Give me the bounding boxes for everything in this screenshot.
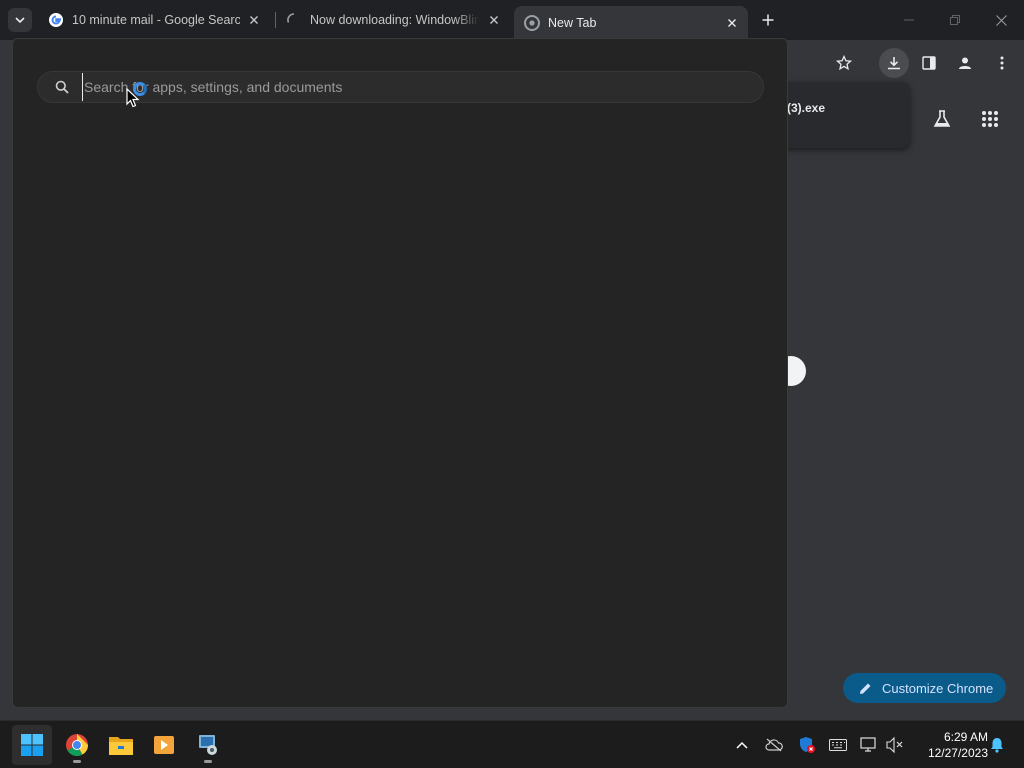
labs-flask-icon[interactable] xyxy=(926,103,958,135)
close-icon[interactable] xyxy=(724,15,740,31)
show-hidden-icons-button[interactable] xyxy=(732,735,752,755)
keyboard-icon xyxy=(829,739,847,751)
media-player-icon xyxy=(154,736,174,754)
chevron-up-icon xyxy=(736,741,748,749)
more-vert-icon xyxy=(1000,56,1004,70)
network-tool-icon xyxy=(199,735,217,755)
download-filename: (3).exe xyxy=(787,101,826,115)
volume-muted-icon xyxy=(886,737,903,753)
taskbar-clock[interactable]: 6:29 AM 12/27/2023 xyxy=(912,729,988,761)
side-panel-icon xyxy=(922,56,936,70)
volume-tray[interactable] xyxy=(885,735,905,755)
cloud-offline-icon xyxy=(765,738,783,752)
bookmark-button[interactable] xyxy=(829,48,859,78)
close-window-button[interactable] xyxy=(978,0,1024,40)
keyboard-tray[interactable] xyxy=(828,735,848,755)
downloads-button[interactable] xyxy=(879,48,909,78)
defender-tray[interactable] xyxy=(797,735,817,755)
chrome-icon xyxy=(66,734,88,756)
customize-chrome-button[interactable]: Customize Chrome xyxy=(843,673,1006,703)
windows-start-icon xyxy=(21,734,43,756)
google-apps-icon[interactable] xyxy=(974,103,1006,135)
onedrive-tray[interactable] xyxy=(764,735,784,755)
taskbar-file-explorer[interactable] xyxy=(101,725,141,765)
loading-spinner-icon xyxy=(286,12,302,28)
tab-title: 10 minute mail - Google Search xyxy=(72,13,240,27)
network-icon xyxy=(860,737,876,752)
taskbar-chrome[interactable] xyxy=(57,725,97,765)
start-search-panel xyxy=(12,38,788,708)
tab-title: New Tab xyxy=(548,16,597,30)
tab-new-tab[interactable]: New Tab xyxy=(514,6,748,40)
google-g-icon xyxy=(48,12,64,28)
windows-taskbar: 6:29 AM 12/27/2023 xyxy=(0,720,1024,768)
tab-strip: 10 minute mail - Google Search Now downl… xyxy=(0,0,1024,40)
start-button[interactable] xyxy=(12,725,52,765)
restore-icon xyxy=(950,15,960,25)
download-bubble[interactable]: (3).exe xyxy=(770,82,910,148)
close-icon[interactable] xyxy=(486,12,502,28)
pencil-icon xyxy=(860,683,871,694)
network-tray[interactable] xyxy=(859,735,879,755)
star-icon xyxy=(836,55,852,71)
shield-alert-icon xyxy=(800,737,815,753)
minimize-icon xyxy=(904,19,914,21)
restore-button[interactable] xyxy=(932,0,978,40)
tab-search-button[interactable] xyxy=(8,8,32,32)
running-indicator xyxy=(204,760,212,763)
running-indicator xyxy=(73,760,81,763)
close-icon xyxy=(995,14,1007,26)
close-icon[interactable] xyxy=(246,12,262,28)
plus-icon xyxy=(762,14,774,26)
chrome-menu-button[interactable] xyxy=(987,48,1017,78)
clock-time: 6:29 AM xyxy=(943,730,988,744)
side-panel-button[interactable] xyxy=(914,48,944,78)
start-search-input[interactable] xyxy=(82,73,763,101)
new-tab-button[interactable] xyxy=(756,8,780,32)
tab-title: Now downloading: WindowBlinds xyxy=(310,13,480,27)
tab-windowblinds-download[interactable]: Now downloading: WindowBlinds xyxy=(276,6,510,34)
mouse-pointer-icon xyxy=(126,88,140,108)
chevron-down-icon xyxy=(15,17,25,24)
tab-google-search[interactable]: 10 minute mail - Google Search xyxy=(38,6,270,34)
customize-chrome-label: Customize Chrome xyxy=(882,680,994,696)
notifications-button[interactable] xyxy=(987,735,1007,755)
search-icon xyxy=(54,79,70,95)
profile-icon xyxy=(959,57,971,69)
file-explorer-icon xyxy=(109,737,133,755)
clock-date: 12/27/2023 xyxy=(927,746,988,760)
taskbar-media-player[interactable] xyxy=(144,725,184,765)
profile-button[interactable] xyxy=(950,48,980,78)
taskbar-network-tool[interactable] xyxy=(188,725,228,765)
download-icon xyxy=(888,57,900,70)
minimize-button[interactable] xyxy=(886,0,932,40)
bell-icon xyxy=(991,738,1003,753)
chrome-icon xyxy=(524,15,540,31)
